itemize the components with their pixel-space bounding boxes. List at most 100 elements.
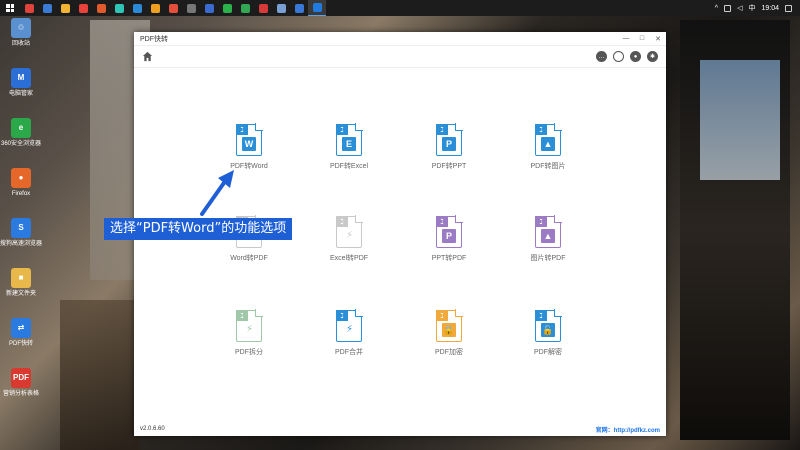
taskbar-app-icon	[204, 3, 214, 13]
taskbar-app-16[interactable]	[308, 0, 326, 16]
pdf-split-icon: ℷ ⚡	[236, 309, 263, 342]
settings-gear-icon[interactable]: ✱	[647, 51, 658, 62]
pdf-app-icon: ⇄	[11, 318, 31, 338]
pdf-decrypt-icon: ℷ 🔓	[535, 309, 562, 342]
desktop-shortcut-label: 回收站	[11, 41, 30, 47]
network-icon[interactable]	[724, 4, 732, 12]
taskbar-app-icon	[78, 3, 88, 13]
chat-icon[interactable]: …	[596, 51, 607, 62]
pdf-to-excel-icon: ℷE	[336, 123, 363, 156]
close-button[interactable]: ✕	[650, 32, 666, 46]
desktop-shortcut[interactable]: ⇄ PDF快转	[0, 318, 42, 348]
taskbar-app-5[interactable]	[110, 0, 128, 16]
taskbar: ^ ◁ 中 19:04	[0, 0, 800, 16]
feature-label: PDF解密	[534, 349, 562, 356]
desktop-shortcut[interactable]: ● Firefox	[0, 168, 42, 198]
desktop-shortcut[interactable]: ■ 新建文件夹	[0, 268, 42, 298]
feature-ppt-to-pdf[interactable]: ℷ P PPT转PDF	[409, 215, 489, 263]
desktop-shortcut[interactable]: S 搜狗高速浏览器	[0, 218, 42, 248]
taskbar-app-icon	[186, 3, 196, 13]
desktop-shortcut-label: 营销分析表格	[2, 391, 39, 397]
headset-icon[interactable]	[613, 51, 624, 62]
taskbar-app-icon	[60, 3, 70, 13]
feature-label: 图片转PDF	[530, 255, 566, 262]
maximize-button[interactable]: □	[634, 32, 650, 46]
taskbar-app-icon	[24, 3, 34, 13]
feature-grid: ℷWPDF转Word ℷE PDF转Excel ℷP PDF转PPT ℷ▲ PDF转图片 ℷ⚡…	[134, 68, 666, 418]
taskbar-app-12[interactable]	[236, 0, 254, 16]
feature-pdf-to-word[interactable]: ℷ W PDF转Word	[209, 123, 289, 171]
user-icon[interactable]: ●	[630, 51, 641, 62]
taskbar-app-icon	[294, 3, 304, 13]
feature-pdf-decrypt[interactable]: ℷ 🔓 PDF解密	[508, 309, 588, 357]
taskbar-app-15[interactable]	[290, 0, 308, 16]
excel-to-pdf-icon: ℷ ⚡	[336, 215, 363, 248]
sogou-browser-icon: S	[11, 218, 31, 238]
taskbar-app-13[interactable]	[254, 0, 272, 16]
background-sky	[700, 60, 780, 180]
taskbar-app-icon	[258, 3, 268, 13]
system-tray: ^ ◁ 中 19:04	[715, 3, 800, 13]
taskbar-app-7[interactable]	[146, 0, 164, 16]
feature-label: PDF转PPT	[431, 163, 467, 170]
taskbar-app-6[interactable]	[128, 0, 146, 16]
taskbar-app-3[interactable]	[74, 0, 92, 16]
desktop-shortcut-label: 搜狗高速浏览器	[0, 241, 43, 247]
clock[interactable]: 19:04	[761, 5, 779, 12]
app-toolbar: … ● ✱	[134, 46, 666, 68]
feature-pdf-merge[interactable]: ℷ ⚡ PDF合并	[309, 309, 389, 357]
taskbar-app-14[interactable]	[272, 0, 290, 16]
feature-pdf-to-image[interactable]: ℷ ▲ PDF转图片	[508, 123, 588, 171]
feature-excel-to-pdf[interactable]: ℷ ⚡ Excel转PDF	[309, 215, 389, 263]
feature-pdf-to-excel[interactable]: ℷ E PDF转Excel	[309, 123, 389, 171]
pdf-to-image-icon: ℷ ▲	[535, 123, 562, 156]
tray-expand-icon[interactable]: ^	[715, 5, 718, 12]
ppt-to-pdf-icon: ℷP	[436, 215, 463, 248]
folder-icon: ■	[11, 268, 31, 288]
taskbar-pinned-apps	[20, 0, 326, 16]
official-site-link[interactable]: 官网：http://pdfkz.com	[596, 425, 660, 434]
taskbar-app-icon	[114, 3, 124, 13]
pdf-merge-icon: ℷ ⚡	[336, 309, 363, 342]
taskbar-app-4[interactable]	[92, 0, 110, 16]
taskbar-app-icon	[150, 3, 160, 13]
feature-label: PDF转Excel	[329, 163, 369, 170]
background-wall	[60, 300, 140, 450]
desktop-shortcut[interactable]: e 360安全浏览器	[0, 118, 42, 148]
version-text: v2.0.6.60	[140, 426, 165, 432]
feature-label: Word转PDF	[230, 255, 268, 262]
taskbar-app-icon	[240, 3, 250, 13]
volume-icon[interactable]: ◁	[737, 4, 742, 12]
notification-icon[interactable]	[785, 4, 792, 12]
desktop-shortcut[interactable]: ♲ 回收站	[0, 18, 42, 48]
home-icon[interactable]	[142, 51, 153, 62]
pc-manager-icon: M	[11, 68, 31, 88]
taskbar-app-10[interactable]	[200, 0, 218, 16]
taskbar-app-0[interactable]	[20, 0, 38, 16]
taskbar-app-1[interactable]	[38, 0, 56, 16]
feature-label: Excel转PDF	[329, 255, 369, 262]
desktop-shortcut[interactable]: M 电脑管家	[0, 68, 42, 98]
taskbar-app-8[interactable]	[164, 0, 182, 16]
desktop-shortcut-label: Firefox	[11, 191, 31, 197]
taskbar-app-2[interactable]	[56, 0, 74, 16]
start-button[interactable]	[0, 0, 20, 16]
taskbar-app-icon	[96, 3, 106, 13]
ime-indicator[interactable]: 中	[748, 3, 755, 13]
pdf-file-icon: PDF	[11, 368, 31, 388]
minimize-button[interactable]: —	[618, 32, 634, 46]
annotation-callout: 选择“PDF转Word”的功能选项	[104, 218, 293, 240]
desktop-shortcut-label: 电脑管家	[8, 91, 33, 97]
pdf-encrypt-icon: ℷ 🔒	[436, 309, 463, 342]
feature-pdf-to-ppt[interactable]: ℷ P PDF转PPT	[409, 123, 489, 171]
feature-image-to-pdf[interactable]: ℷ ▲ 图片转PDF	[508, 215, 588, 263]
taskbar-app-icon	[168, 3, 178, 13]
windows-logo-icon	[6, 4, 14, 12]
recycle-bin-icon: ♲	[11, 18, 31, 38]
taskbar-app-icon	[312, 3, 322, 12]
taskbar-app-11[interactable]	[218, 0, 236, 16]
taskbar-app-9[interactable]	[182, 0, 200, 16]
feature-pdf-encrypt[interactable]: ℷ 🔒 PDF加密	[409, 309, 489, 357]
feature-pdf-split[interactable]: ℷ ⚡ PDF拆分	[209, 309, 289, 357]
desktop-shortcut[interactable]: PDF 营销分析表格	[0, 368, 42, 398]
